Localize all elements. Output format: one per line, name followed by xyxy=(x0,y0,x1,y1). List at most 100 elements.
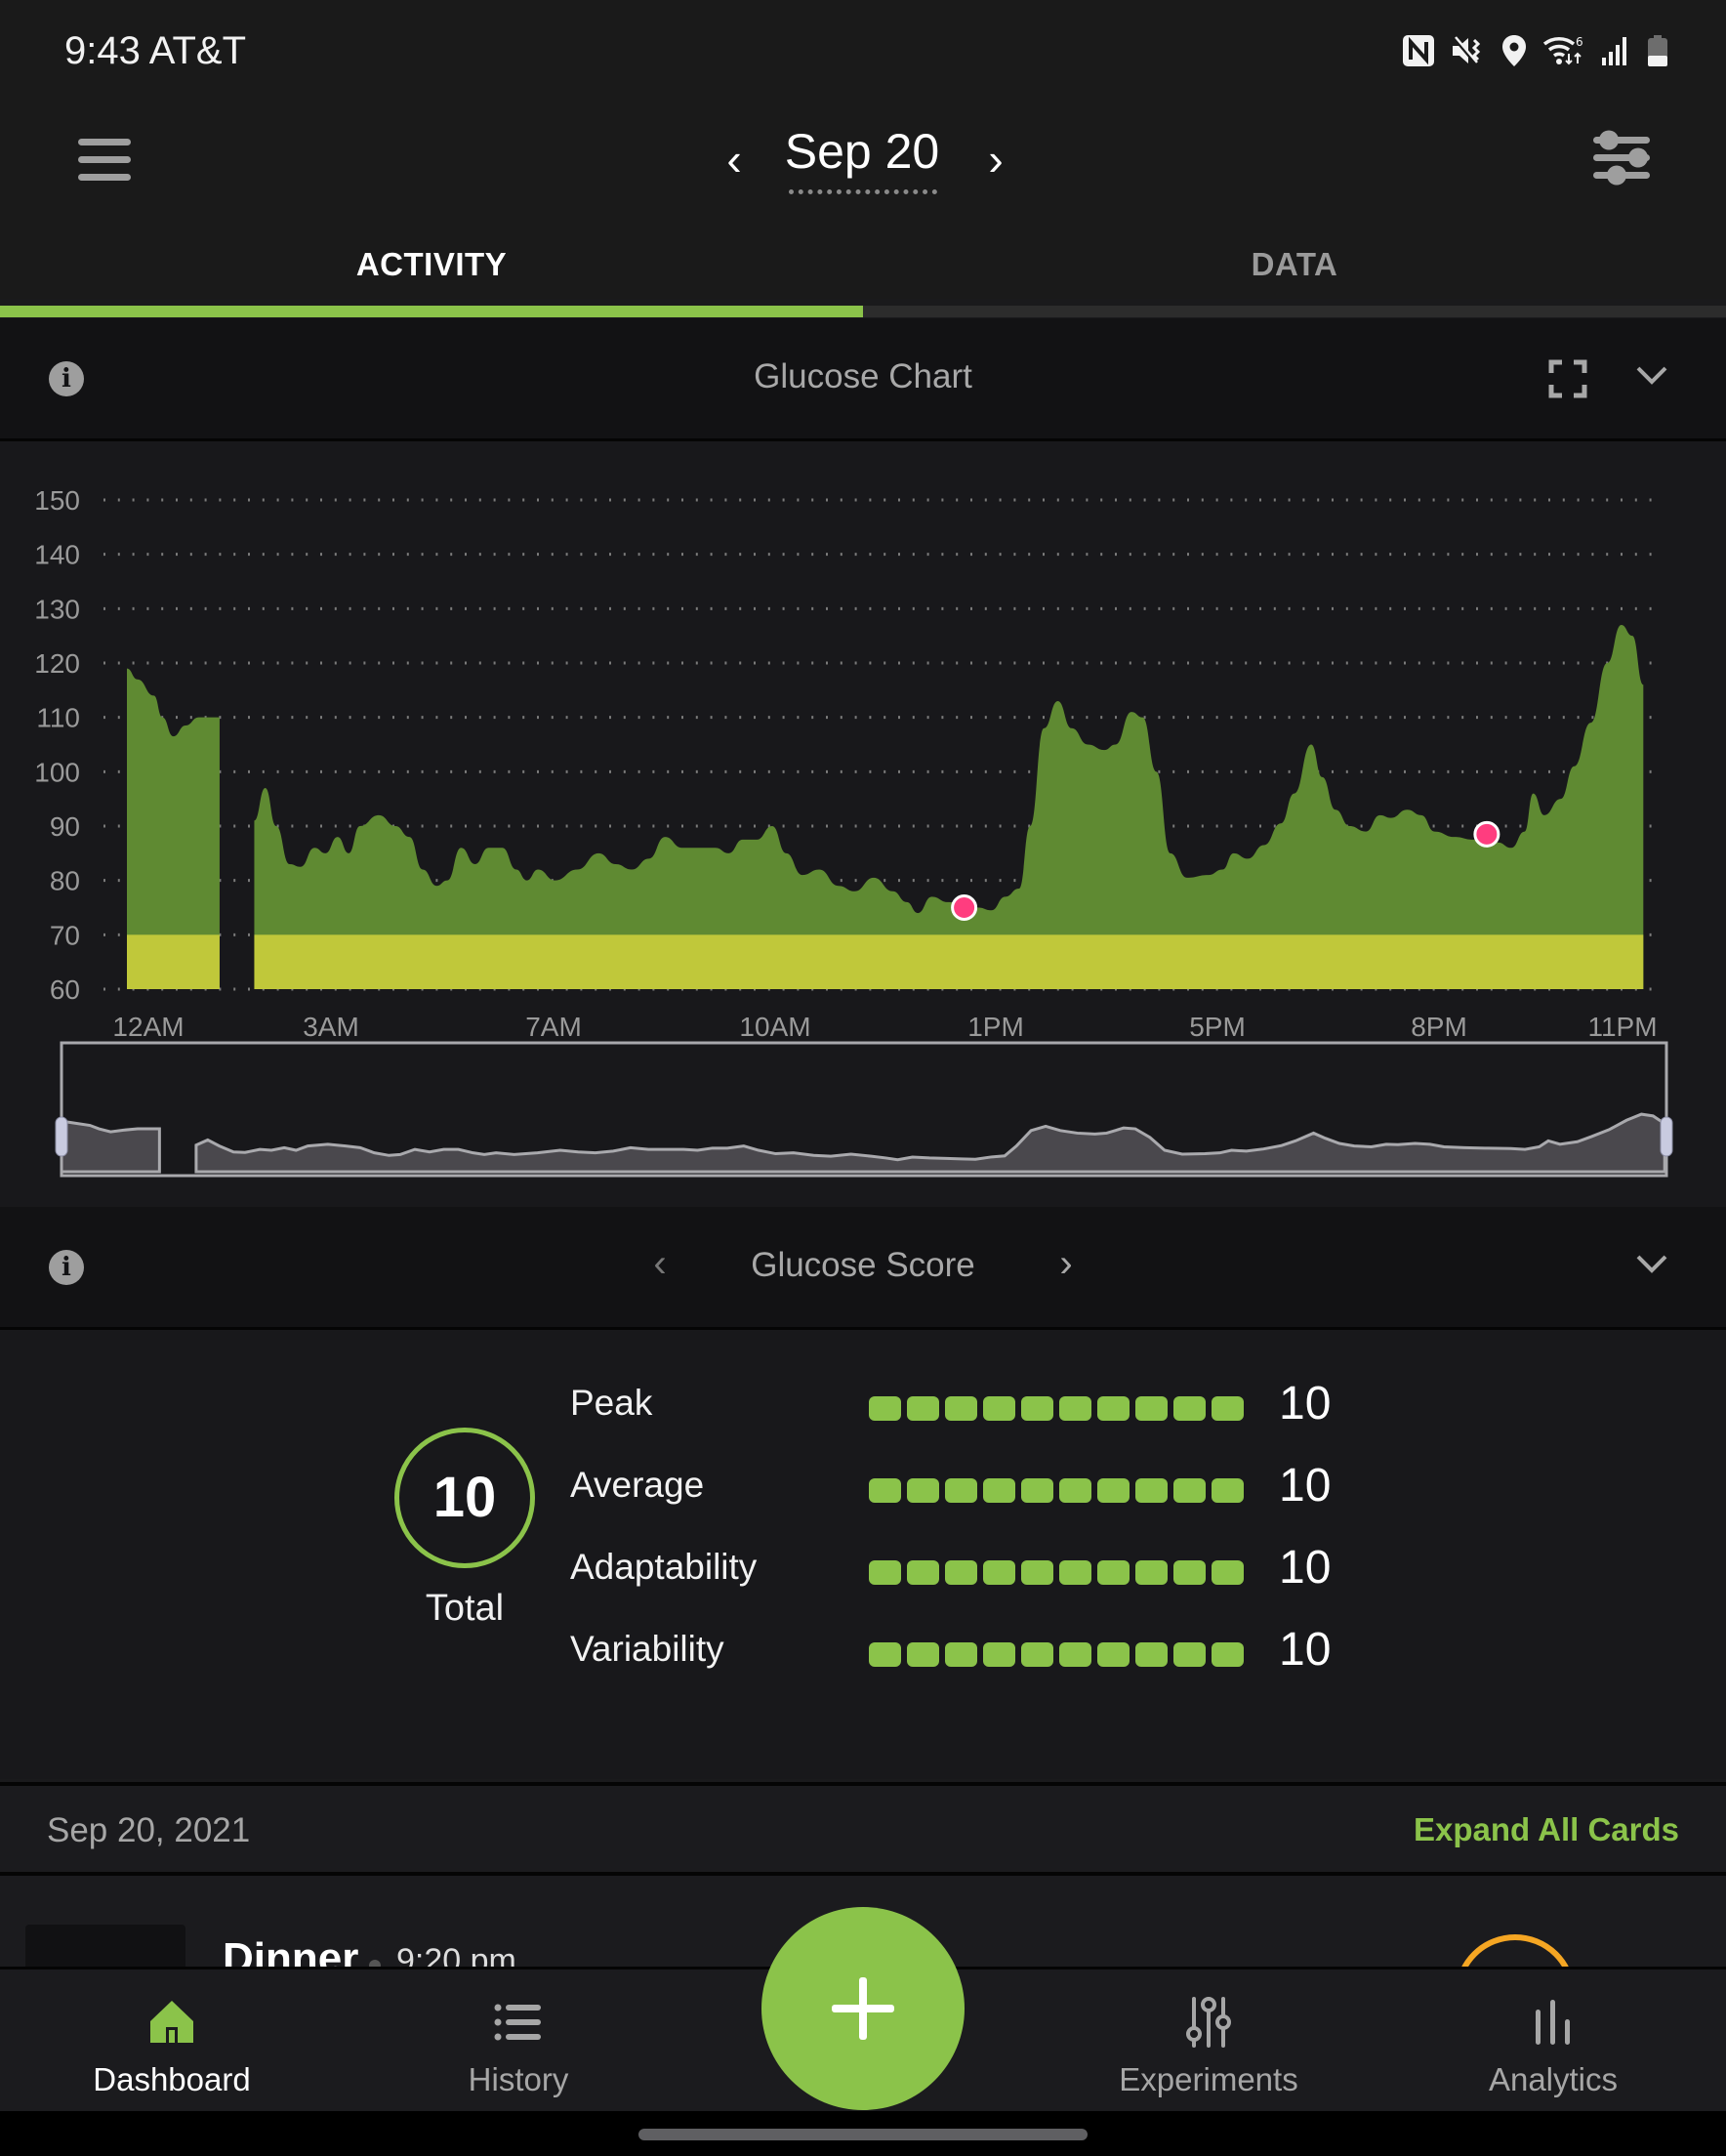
score-value: 10 xyxy=(1279,1378,1332,1430)
score-label: Variability xyxy=(570,1629,724,1669)
x-tick-label: 11PM xyxy=(1587,1012,1657,1042)
score-pip xyxy=(1212,1642,1244,1667)
score-pip xyxy=(1212,1396,1244,1421)
collapse-chevron-down-icon[interactable] xyxy=(1628,352,1675,398)
status-bar: 9:43 AT&T 6 xyxy=(0,0,1726,104)
score-pip xyxy=(1212,1478,1244,1503)
score-pip xyxy=(1173,1560,1206,1585)
glucose-chart: 150 140 130 120 110 100 90 80 70 60 12AM 3AM 7AM 10AM… xyxy=(0,441,1726,1207)
score-pip xyxy=(869,1478,901,1503)
score-pip xyxy=(1173,1642,1206,1667)
glucose-score: 10 Total Peak 10 Average 10 Adaptability… xyxy=(0,1330,1726,1779)
score-pip xyxy=(983,1396,1015,1421)
glucose-score-title: Glucose Score xyxy=(751,1246,975,1284)
score-pip xyxy=(945,1642,977,1667)
meal-marker xyxy=(1473,820,1500,848)
y-tick-label: 140 xyxy=(34,540,80,570)
total-score-ring: 10 xyxy=(394,1428,535,1568)
x-tick-label: 1PM xyxy=(967,1012,1024,1042)
next-date-button[interactable]: › xyxy=(974,133,1017,191)
score-pip xyxy=(1135,1396,1168,1421)
signal-icon xyxy=(1601,34,1630,67)
meal-time: 9:20 pm xyxy=(396,1942,516,1969)
x-tick-label: 7AM xyxy=(525,1012,582,1042)
glucose-area xyxy=(254,625,1644,989)
score-pip xyxy=(1059,1396,1091,1421)
navigator-right-handle[interactable] xyxy=(1660,1116,1673,1157)
score-label: Adaptability xyxy=(570,1547,758,1587)
score-pip xyxy=(869,1560,901,1585)
score-pip xyxy=(945,1560,977,1585)
score-pip xyxy=(869,1642,901,1667)
nav-analytics[interactable]: Analytics xyxy=(1426,1969,1680,2114)
y-tick-label: 150 xyxy=(34,485,80,516)
score-pip xyxy=(1135,1560,1168,1585)
score-pip xyxy=(907,1396,939,1421)
y-tick-label: 100 xyxy=(34,757,80,787)
svg-text:6: 6 xyxy=(1576,35,1583,49)
score-pip xyxy=(907,1642,939,1667)
score-value: 10 xyxy=(1279,1460,1332,1512)
y-tick-label: 130 xyxy=(34,594,80,624)
x-tick-label: 10AM xyxy=(739,1012,810,1042)
vibrate-mute-icon xyxy=(1451,34,1486,67)
date-picker[interactable]: Sep 20 xyxy=(781,123,943,180)
active-tab-indicator xyxy=(0,306,863,317)
score-label: Average xyxy=(570,1465,705,1505)
score-pips xyxy=(869,1642,1244,1667)
low-range-band xyxy=(254,934,1644,989)
score-pips xyxy=(869,1478,1244,1503)
previous-date-button[interactable]: ‹ xyxy=(713,133,756,191)
status-icons: 6 xyxy=(1402,29,1669,72)
navigator-left-handle[interactable] xyxy=(55,1116,68,1157)
location-icon xyxy=(1501,34,1527,67)
score-pip xyxy=(983,1560,1015,1585)
fullscreen-expand-icon[interactable] xyxy=(1548,359,1587,398)
score-value: 10 xyxy=(1279,1624,1332,1676)
score-pip xyxy=(983,1478,1015,1503)
collapse-chevron-down-icon[interactable] xyxy=(1628,1240,1675,1287)
score-pip xyxy=(1021,1642,1053,1667)
timeline-date-row: Sep 20, 2021 Expand All Cards xyxy=(0,1782,1726,1876)
score-pip xyxy=(1097,1478,1130,1503)
next-score-chevron-icon[interactable]: › xyxy=(1047,1242,1086,1291)
score-pip xyxy=(1212,1560,1244,1585)
score-pip xyxy=(1173,1396,1206,1421)
battery-icon xyxy=(1646,34,1669,67)
expand-all-cards-button[interactable]: Expand All Cards xyxy=(1414,1811,1679,1848)
score-pip xyxy=(869,1396,901,1421)
nav-dashboard[interactable]: Dashboard xyxy=(45,1969,299,2114)
y-tick-label: 120 xyxy=(34,648,80,679)
score-pip xyxy=(1059,1478,1091,1503)
score-pip xyxy=(907,1560,939,1585)
y-tick-label: 80 xyxy=(50,866,80,896)
list-icon xyxy=(391,1995,645,2050)
score-pip xyxy=(983,1642,1015,1667)
hamburger-menu-icon[interactable] xyxy=(74,133,137,191)
add-entry-button[interactable] xyxy=(761,1907,965,2110)
meal-title: Dinner xyxy=(223,1934,359,1969)
status-time-carrier: 9:43 AT&T xyxy=(64,29,247,72)
score-pip xyxy=(1135,1642,1168,1667)
meal-thumbnail xyxy=(25,1925,185,1969)
score-pips xyxy=(869,1396,1244,1421)
glucose-chart-header: i Glucose Chart xyxy=(0,318,1726,441)
total-score-label: Total xyxy=(425,1588,505,1629)
nav-label: Dashboard xyxy=(93,2061,251,2097)
home-gesture-handle[interactable] xyxy=(638,2129,1088,2140)
timeline-date: Sep 20, 2021 xyxy=(47,1811,251,1849)
nav-history[interactable]: History xyxy=(391,1969,645,2114)
nav-label: History xyxy=(468,2061,569,2097)
meal-marker xyxy=(951,894,978,921)
glucose-chart-svg: 150 140 130 120 110 100 90 80 70 60 12AM 3AM 7AM 10AM… xyxy=(34,485,1673,1178)
score-pip xyxy=(1097,1642,1130,1667)
filter-sliders-icon[interactable] xyxy=(1589,123,1654,191)
score-pip xyxy=(1021,1478,1053,1503)
glucose-chart-title: Glucose Chart xyxy=(754,357,972,395)
meal-score-ring xyxy=(1455,1934,1576,1969)
score-value: 10 xyxy=(1279,1542,1332,1594)
date-dotted-underline xyxy=(789,189,937,194)
y-tick-label: 60 xyxy=(50,974,80,1005)
nav-experiments[interactable]: Experiments xyxy=(1082,1969,1336,2114)
x-tick-label: 3AM xyxy=(303,1012,359,1042)
